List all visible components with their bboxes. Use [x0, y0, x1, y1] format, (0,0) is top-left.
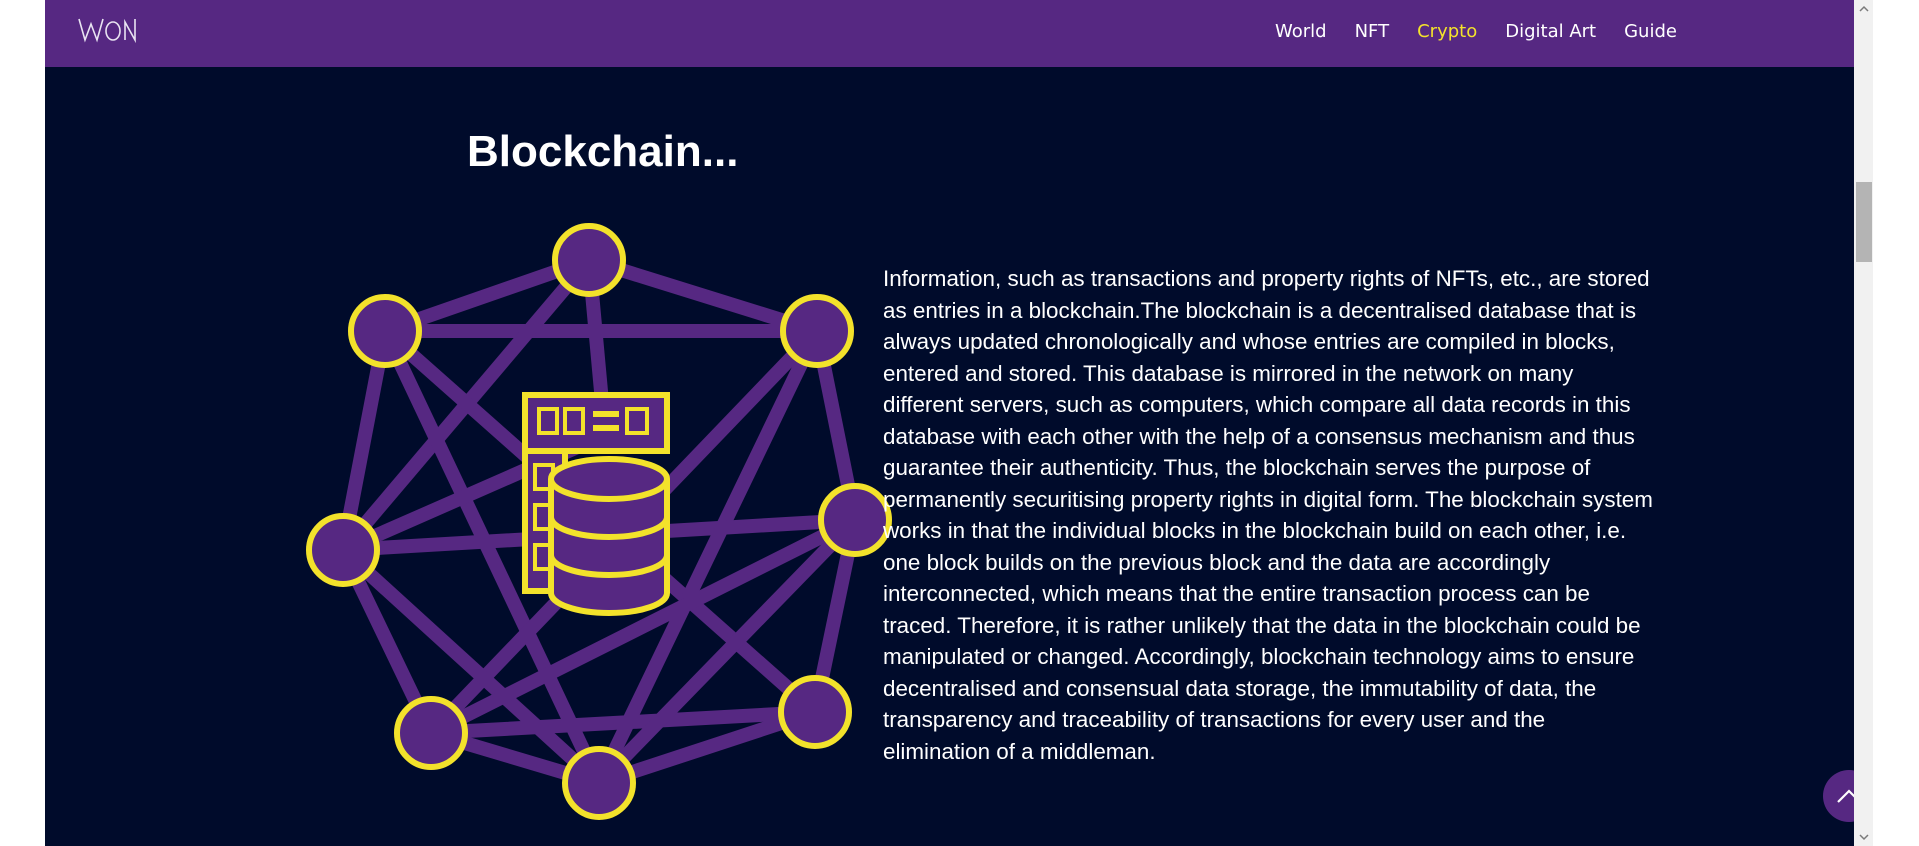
page: World NFT Crypto Digital Art Guide Block…: [45, 0, 1854, 846]
network-node: [394, 696, 468, 770]
network-node: [818, 483, 892, 557]
section-title: Blockchain...: [467, 127, 739, 176]
network-node: [562, 746, 636, 820]
chevron-up-icon: [1837, 789, 1854, 803]
nav-item-digital-art[interactable]: Digital Art: [1505, 20, 1596, 44]
main-nav: World NFT Crypto Digital Art Guide: [1275, 20, 1677, 44]
scrollbar-track[interactable]: [1854, 0, 1873, 846]
navbar: World NFT Crypto Digital Art Guide: [45, 0, 1854, 67]
network-node: [778, 675, 852, 749]
network-node: [348, 294, 422, 368]
network-node: [780, 294, 854, 368]
nav-item-crypto[interactable]: Crypto: [1417, 20, 1477, 44]
logo-icon: [78, 18, 136, 44]
scrollbar-thumb[interactable]: [1856, 182, 1872, 262]
scroll-down-arrow-icon[interactable]: [1857, 830, 1871, 844]
scroll-up-arrow-icon[interactable]: [1857, 2, 1871, 16]
scroll-to-top-button[interactable]: [1823, 770, 1854, 822]
network-node: [552, 223, 626, 297]
section-body-text: Information, such as transactions and pr…: [883, 266, 1653, 764]
site-logo[interactable]: [77, 14, 139, 46]
blockchain-network-illustration: [255, 215, 895, 835]
nav-item-nft[interactable]: NFT: [1355, 20, 1390, 44]
nav-item-guide[interactable]: Guide: [1624, 20, 1677, 44]
database-icon: [522, 392, 670, 616]
network-node: [306, 513, 380, 587]
nav-item-world[interactable]: World: [1275, 20, 1327, 44]
